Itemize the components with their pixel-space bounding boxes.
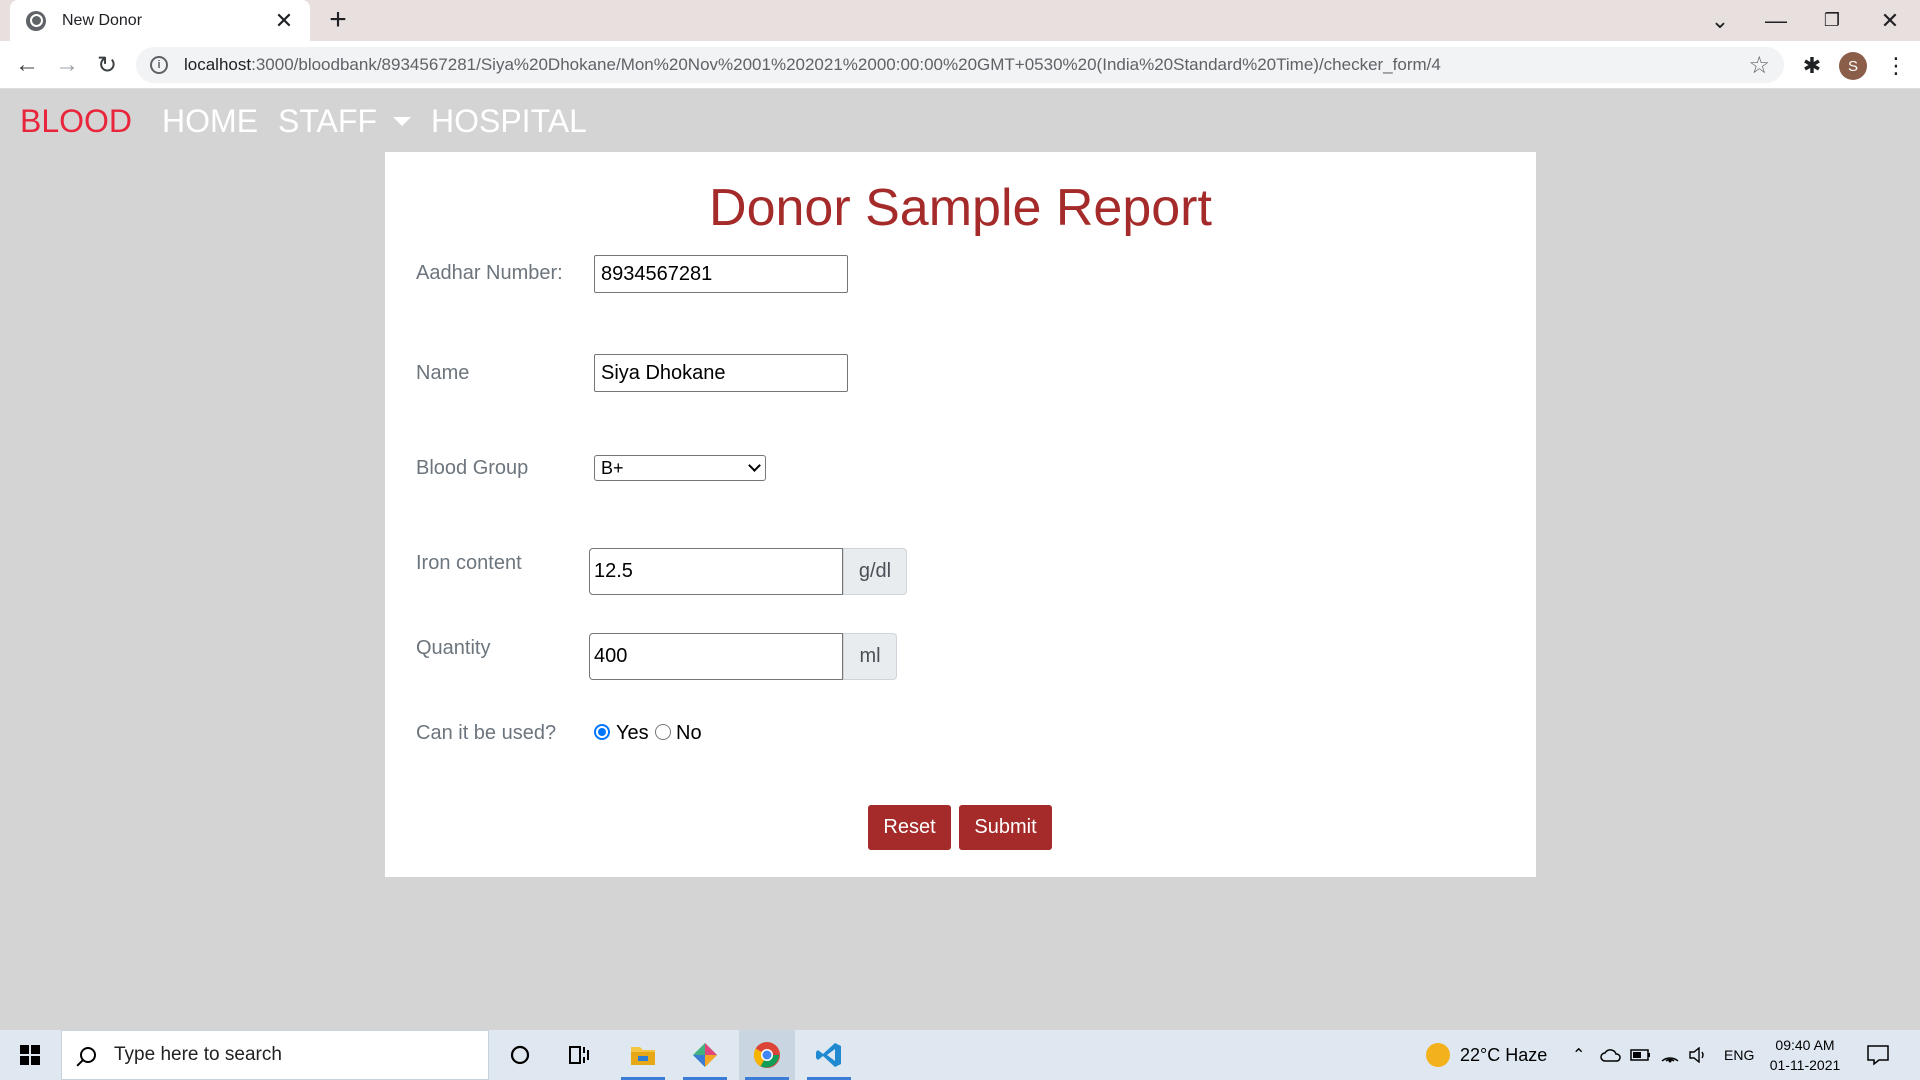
brand-logo[interactable]: BLOOD bbox=[20, 103, 132, 140]
gitkraken-icon[interactable] bbox=[677, 1030, 733, 1080]
bookmark-star-icon[interactable]: ☆ bbox=[1748, 51, 1770, 80]
new-tab-button[interactable]: + bbox=[322, 4, 354, 36]
nav-home[interactable]: HOME bbox=[162, 103, 258, 140]
usable-label: Can it be used? bbox=[416, 722, 557, 744]
caret-down-icon bbox=[392, 116, 411, 126]
tab-search-icon[interactable]: ⌄ bbox=[1692, 0, 1748, 41]
windows-logo-icon bbox=[20, 1045, 40, 1065]
iron-label: Iron content bbox=[416, 552, 522, 574]
blood-group-value: B+ bbox=[601, 457, 624, 478]
weather-widget[interactable]: 22°C Haze bbox=[1426, 1030, 1547, 1080]
clock-time: 09:40 AM bbox=[1775, 1037, 1835, 1053]
chrome-icon[interactable] bbox=[739, 1030, 795, 1080]
name-input[interactable]: Siya Dhokane bbox=[594, 354, 848, 392]
vscode-icon[interactable] bbox=[801, 1030, 857, 1080]
submit-button[interactable]: Submit bbox=[959, 805, 1052, 850]
reload-button[interactable]: ↻ bbox=[89, 47, 125, 83]
search-placeholder: Type here to search bbox=[114, 1044, 282, 1065]
battery-icon[interactable] bbox=[1630, 1030, 1652, 1080]
usable-no-radio[interactable] bbox=[655, 724, 671, 740]
file-explorer-icon[interactable] bbox=[615, 1030, 671, 1080]
browser-menu-icon[interactable]: ⋮ bbox=[1885, 52, 1907, 80]
blood-group-select[interactable]: B+ bbox=[594, 455, 766, 481]
browser-tab-strip: New Donor ✕ + ⌄ — ❐ ✕ bbox=[0, 0, 1920, 41]
weather-text: 22°C Haze bbox=[1460, 1044, 1548, 1065]
site-info-icon[interactable]: i bbox=[150, 56, 168, 74]
close-window-button[interactable]: ✕ bbox=[1862, 0, 1918, 41]
cortana-icon[interactable] bbox=[492, 1030, 548, 1080]
tab-close-icon[interactable]: ✕ bbox=[272, 8, 296, 34]
windows-taskbar: Type here to search 22°C Haze ⌃ ENG 09:4… bbox=[0, 1030, 1920, 1080]
quantity-input[interactable]: 400 bbox=[589, 633, 843, 680]
usable-yes-label[interactable]: Yes bbox=[616, 722, 649, 745]
extensions-icon[interactable]: ✱ bbox=[1799, 53, 1825, 79]
minimize-button[interactable]: — bbox=[1748, 0, 1804, 41]
task-view-icon[interactable] bbox=[552, 1030, 608, 1080]
name-label: Name bbox=[416, 362, 470, 384]
clock-date: 01-11-2021 bbox=[1769, 1057, 1841, 1073]
reset-button[interactable]: Reset bbox=[868, 805, 951, 850]
onedrive-icon[interactable] bbox=[1600, 1030, 1622, 1080]
browser-toolbar: ← → ↻ i localhost:3000/bloodbank/8934567… bbox=[0, 41, 1920, 89]
restore-button[interactable]: ❐ bbox=[1804, 0, 1860, 41]
profile-avatar[interactable]: S bbox=[1839, 52, 1867, 80]
usable-no-label[interactable]: No bbox=[676, 722, 702, 745]
search-icon bbox=[80, 1047, 96, 1063]
start-button[interactable] bbox=[0, 1030, 60, 1080]
tab-title: New Donor bbox=[62, 11, 143, 29]
quantity-unit: ml bbox=[843, 633, 897, 680]
forward-button[interactable]: → bbox=[49, 47, 85, 83]
page-title: Donor Sample Report bbox=[709, 179, 1212, 237]
chevron-down-icon bbox=[748, 459, 761, 472]
back-button[interactable]: ← bbox=[9, 47, 45, 83]
volume-icon[interactable] bbox=[1688, 1030, 1708, 1080]
app-navbar: BLOOD HOME STAFF HOSPITAL bbox=[0, 90, 1920, 152]
blood-group-label: Blood Group bbox=[416, 457, 529, 479]
notifications-icon[interactable] bbox=[1866, 1030, 1890, 1080]
nav-staff-dropdown[interactable]: STAFF bbox=[278, 103, 411, 140]
globe-icon bbox=[26, 10, 46, 31]
aadhar-label: Aadhar Number: bbox=[416, 262, 563, 284]
usable-yes-radio[interactable] bbox=[594, 724, 610, 740]
tray-overflow-icon[interactable]: ⌃ bbox=[1572, 1030, 1585, 1080]
quantity-label: Quantity bbox=[416, 637, 491, 659]
language-indicator[interactable]: ENG bbox=[1724, 1030, 1754, 1080]
nav-staff-label: STAFF bbox=[278, 102, 377, 139]
taskbar-search[interactable]: Type here to search bbox=[61, 1030, 489, 1080]
url-text[interactable]: localhost:3000/bloodbank/8934567281/Siya… bbox=[184, 55, 1748, 75]
url-host: localhost bbox=[184, 55, 252, 74]
wifi-icon[interactable] bbox=[1660, 1030, 1680, 1080]
donor-report-card: Donor Sample Report Aadhar Number: 89345… bbox=[385, 152, 1536, 877]
taskbar-clock[interactable]: 09:40 AM 01-11-2021 bbox=[1760, 1035, 1850, 1075]
iron-unit: g/dl bbox=[843, 548, 907, 595]
address-bar[interactable]: i localhost:3000/bloodbank/8934567281/Si… bbox=[136, 47, 1784, 83]
browser-tab[interactable]: New Donor ✕ bbox=[10, 0, 310, 41]
aadhar-input[interactable]: 8934567281 bbox=[594, 255, 848, 293]
url-path: :3000/bloodbank/8934567281/Siya%20Dhokan… bbox=[251, 55, 1441, 74]
nav-hospital[interactable]: HOSPITAL bbox=[431, 103, 587, 140]
iron-input[interactable]: 12.5 bbox=[589, 548, 843, 595]
weather-sun-icon bbox=[1426, 1043, 1450, 1067]
